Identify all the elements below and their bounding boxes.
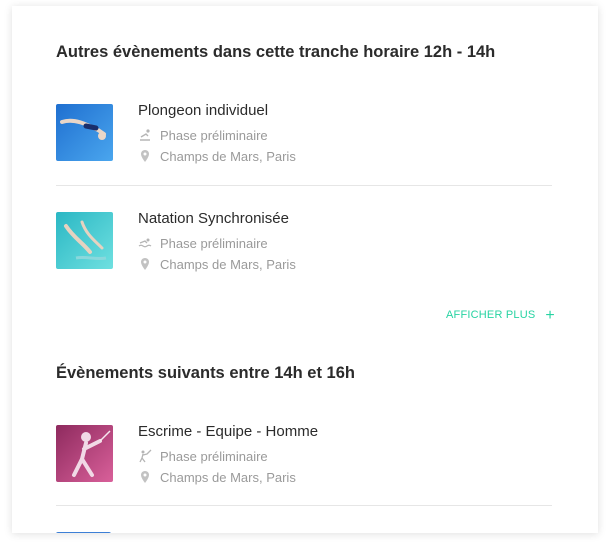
show-more-button[interactable]: AFFICHER PLUS + [446,307,555,325]
event-location-text: Champs de Mars, Paris [160,470,296,485]
event-item-plongeon[interactable]: Plongeon individuel Phase préliminaire C… [56,102,552,168]
diving-icon [138,128,152,142]
event-phase: Phase préliminaire [138,128,268,144]
event-phase-text: Phase préliminaire [160,236,268,251]
event-location-text: Champs de Mars, Paris [160,257,296,272]
next-event-thumbnail-partial [56,532,111,533]
divider [56,185,552,186]
event-thumbnail [56,104,113,161]
plus-icon: + [545,307,555,324]
fencing-icon [138,449,152,463]
event-location-text: Champs de Mars, Paris [160,149,296,164]
event-phase-text: Phase préliminaire [160,128,268,143]
show-more-label: AFFICHER PLUS [446,309,536,321]
event-location: Champs de Mars, Paris [138,470,296,486]
swimming-icon [138,236,152,250]
section-title-current-slot: Autres évènements dans cette tranche hor… [56,43,496,61]
event-phase: Phase préliminaire [138,449,268,465]
event-title: Plongeon individuel [138,102,269,119]
events-card: Autres évènements dans cette tranche hor… [12,6,598,533]
event-title: Escrime - Equipe - Homme [138,423,319,440]
event-thumbnail [56,425,113,482]
event-title: Natation Synchronisée [138,210,289,227]
event-phase-text: Phase préliminaire [160,449,268,464]
event-location: Champs de Mars, Paris [138,257,296,273]
location-pin-icon [138,470,152,484]
divider [56,505,552,506]
location-pin-icon [138,149,152,163]
event-location: Champs de Mars, Paris [138,149,296,165]
event-item-natation[interactable]: Natation Synchronisée Phase préliminaire… [56,210,552,276]
location-pin-icon [138,257,152,271]
event-thumbnail [56,212,113,269]
event-item-escrime[interactable]: Escrime - Equipe - Homme Phase prélimina… [56,423,552,489]
section-title-next-slot: Évènements suivants entre 14h et 16h [56,364,355,382]
event-phase: Phase préliminaire [138,236,268,252]
